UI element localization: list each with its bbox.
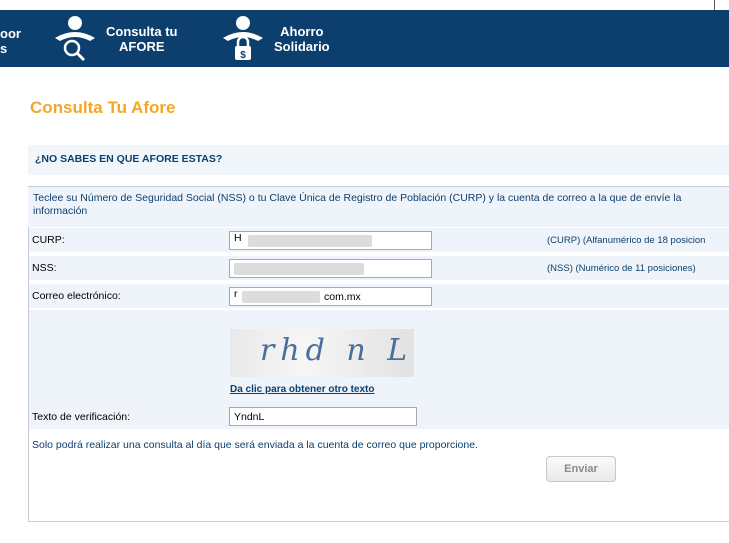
- curp-label: CURP:: [32, 234, 65, 246]
- submit-button[interactable]: Enviar: [546, 456, 616, 482]
- nav-label-ahorro-solidario: Ahorro Solidario: [274, 24, 330, 54]
- person-magnifier-icon: [55, 16, 95, 62]
- verification-input[interactable]: [229, 407, 417, 426]
- captcha-image: rhd n L: [230, 329, 414, 377]
- email-input-value-start: r: [234, 288, 238, 300]
- redacted-value: [248, 235, 372, 247]
- verification-label: Texto de verificación:: [32, 411, 131, 423]
- curp-hint: (CURP) (Alfanumérico de 18 posicion: [547, 235, 706, 246]
- section-header: ¿NO SABES EN QUE AFORE ESTAS?: [28, 145, 729, 175]
- nav-item-ahorro-solidario[interactable]: $ Ahorro Solidario: [218, 14, 330, 64]
- divider: [714, 0, 715, 10]
- nav-label-line1: Consulta tu: [106, 24, 178, 39]
- nav-label-line2: AFORE: [119, 39, 165, 54]
- nav-item-partial[interactable]: oor s: [0, 26, 21, 56]
- redacted-value: [242, 291, 320, 303]
- form-instructions: Teclee su Número de Seguridad Social (NS…: [28, 187, 729, 227]
- redacted-value: [234, 263, 364, 275]
- captcha-text: rhd n L: [260, 333, 414, 368]
- captcha-refresh-link[interactable]: Da clic para obtener otro texto: [230, 384, 374, 395]
- person-lock-icon: $: [223, 16, 263, 61]
- nss-hint: (NSS) (Numérico de 11 posiciones): [547, 263, 696, 274]
- email-row: Correo electrónico: r com.mx: [29, 284, 729, 309]
- email-label: Correo electrónico:: [32, 290, 121, 302]
- nav-item-partial-line1: oor: [0, 26, 21, 41]
- nav-label-consulta-afore: Consulta tu AFORE: [106, 24, 178, 54]
- verification-row: Texto de verificación:: [29, 405, 729, 430]
- nav-item-consulta-afore[interactable]: Consulta tu AFORE: [50, 14, 178, 64]
- nav-label-line1: Ahorro: [280, 24, 324, 39]
- top-navigation: oor s Consulta tu AFORE $ Ahorro Solidar…: [0, 10, 729, 67]
- nav-label-line2: Solidario: [274, 39, 330, 54]
- page-title: Consulta Tu Afore: [30, 98, 176, 117]
- curp-input-value: H: [234, 232, 242, 244]
- nss-input[interactable]: [229, 259, 432, 278]
- curp-input[interactable]: H: [229, 231, 432, 250]
- section-heading: ¿NO SABES EN QUE AFORE ESTAS?: [35, 153, 223, 165]
- email-input-value-end: com.mx: [324, 291, 361, 303]
- top-strip: [0, 0, 729, 10]
- nss-row: NSS: (NSS) (Numérico de 11 posiciones): [29, 256, 729, 281]
- email-input[interactable]: r com.mx: [229, 287, 432, 306]
- usage-note: Solo podrá realizar una consulta al día …: [32, 439, 478, 451]
- svg-text:$: $: [240, 50, 246, 61]
- nss-label: NSS:: [32, 262, 57, 274]
- nav-item-partial-line2: s: [0, 41, 8, 56]
- captcha-section: rhd n L Da clic para obtener otro texto: [29, 310, 729, 406]
- curp-row: CURP: H (CURP) (Alfanumérico de 18 posic…: [29, 228, 729, 253]
